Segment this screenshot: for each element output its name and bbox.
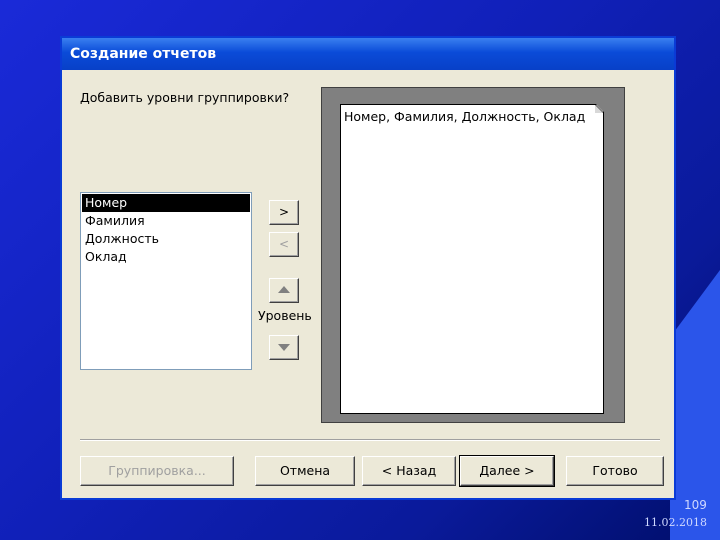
next-button[interactable]: Далее > — [459, 455, 555, 487]
level-down-button[interactable] — [269, 335, 299, 360]
dialog-title: Создание отчетов — [62, 38, 674, 70]
list-item[interactable]: Должность — [82, 230, 250, 248]
arrow-down-icon — [278, 344, 290, 351]
preview-fields-text: Номер, Фамилия, Должность, Оклад — [344, 109, 586, 124]
report-wizard-dialog: Создание отчетов Добавить уровни группир… — [60, 36, 676, 500]
back-button[interactable]: < Назад — [362, 456, 456, 486]
preview-page: Номер, Фамилия, Должность, Оклад — [340, 104, 604, 414]
list-item[interactable]: Фамилия — [82, 212, 250, 230]
grouping-options-button[interactable]: Группировка... — [80, 456, 234, 486]
level-up-button[interactable] — [269, 278, 299, 303]
fields-listbox[interactable]: Номер Фамилия Должность Оклад — [80, 192, 252, 370]
slide-date: 11.02.2018 — [644, 516, 707, 529]
page-fold-icon — [595, 105, 603, 113]
add-level-button[interactable]: > — [269, 200, 299, 225]
list-item[interactable]: Оклад — [82, 248, 250, 266]
remove-level-button[interactable]: < — [269, 232, 299, 257]
cancel-button[interactable]: Отмена — [255, 456, 355, 486]
slide-number: 109 — [684, 498, 707, 512]
grouping-preview: Номер, Фамилия, Должность, Оклад — [321, 87, 625, 423]
button-separator — [80, 439, 660, 441]
finish-button[interactable]: Готово — [566, 456, 664, 486]
list-item[interactable]: Номер — [82, 194, 250, 212]
grouping-prompt: Добавить уровни группировки? — [80, 90, 290, 105]
level-label: Уровень — [258, 308, 312, 323]
arrow-up-icon — [278, 286, 290, 293]
